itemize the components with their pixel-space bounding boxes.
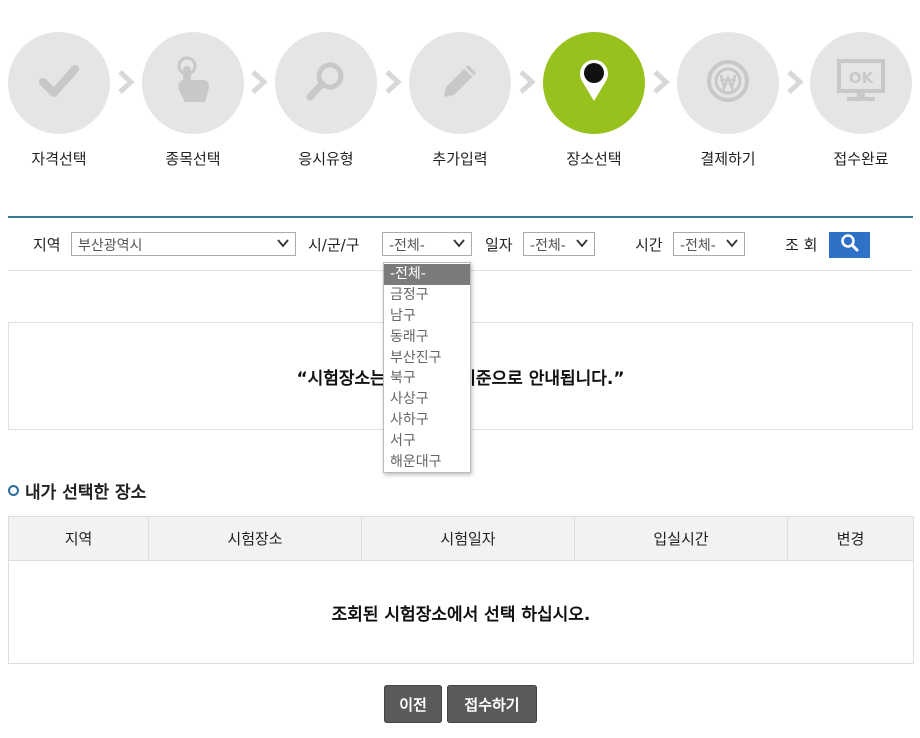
section-title-text: 내가 선택한 장소 bbox=[25, 483, 147, 503]
time-select-value: -전체- bbox=[680, 238, 716, 254]
chevron-down-icon bbox=[726, 236, 738, 254]
chevron-right-icon bbox=[385, 70, 402, 94]
prev-button[interactable]: 이전 bbox=[384, 685, 442, 723]
check-icon bbox=[37, 59, 81, 107]
chevron-down-icon bbox=[576, 236, 588, 254]
table-header-row: 지역 시험장소 시험일자 입실시간 변경 bbox=[8, 516, 914, 561]
step-circle bbox=[142, 32, 244, 134]
chevron-right-icon bbox=[519, 70, 536, 94]
step-payment: 결제하기 bbox=[676, 32, 780, 169]
district-option[interactable]: 남구 bbox=[384, 306, 470, 327]
chevron-right-icon bbox=[787, 70, 804, 94]
monitor-ok-icon: OK bbox=[835, 59, 887, 107]
step-label: 응시유형 bbox=[298, 150, 354, 168]
step-circle-active bbox=[543, 32, 645, 134]
column-header: 시험장소 bbox=[148, 516, 362, 561]
district-option[interactable]: 북구 bbox=[384, 368, 470, 389]
chevron-down-icon bbox=[453, 236, 465, 254]
step-label: 접수완료 bbox=[833, 150, 889, 168]
pencil-icon bbox=[438, 59, 482, 107]
selected-place-table: 지역 시험장소 시험일자 입실시간 변경 조회된 시험장소에서 선택 하십시오. bbox=[8, 516, 914, 664]
selected-place-title: 내가 선택한 장소 bbox=[8, 478, 146, 503]
district-option[interactable]: 사상구 bbox=[384, 389, 470, 410]
step-label: 추가입력 bbox=[432, 150, 488, 168]
district-select[interactable]: -전체- bbox=[382, 232, 472, 256]
district-select-value: -전체- bbox=[389, 238, 425, 254]
step-circle bbox=[275, 32, 377, 134]
step-subject: 종목선택 bbox=[141, 32, 245, 169]
search-button[interactable] bbox=[829, 232, 870, 258]
date-select[interactable]: -전체- bbox=[523, 232, 595, 256]
step-label: 종목선택 bbox=[165, 150, 221, 168]
table-row: 조회된 시험장소에서 선택 하십시오. bbox=[8, 560, 914, 664]
district-option[interactable]: 사하구 bbox=[384, 410, 470, 431]
magnifier-icon bbox=[304, 59, 348, 107]
column-header: 시험일자 bbox=[361, 516, 575, 561]
step-progress: 자격선택 종목선택 응시유형 추가입력 장소선택 결제하기 OK 접수완료 bbox=[0, 0, 920, 180]
step-exam-type: 응시유형 bbox=[274, 32, 378, 169]
chevron-right-icon bbox=[118, 70, 135, 94]
column-header: 입실시간 bbox=[574, 516, 788, 561]
search-label: 조 회 bbox=[785, 236, 818, 254]
district-option[interactable]: 부산진구 bbox=[384, 348, 470, 369]
step-label: 결제하기 bbox=[700, 150, 756, 168]
column-header: 지역 bbox=[8, 516, 149, 561]
district-label: 시/군/구 bbox=[308, 236, 360, 254]
date-label: 일자 bbox=[485, 236, 513, 254]
region-label: 지역 bbox=[33, 236, 61, 254]
date-select-value: -전체- bbox=[530, 238, 566, 254]
svg-text:OK: OK bbox=[849, 69, 875, 87]
step-circle: OK bbox=[810, 32, 912, 134]
district-dropdown-list[interactable]: -전체- 금정구 남구 동래구 부산진구 북구 사상구 사하구 서구 해운대구 bbox=[383, 262, 471, 473]
step-complete: OK 접수완료 bbox=[809, 32, 913, 169]
empty-message: 조회된 시험장소에서 선택 하십시오. bbox=[8, 560, 914, 664]
chevron-down-icon bbox=[277, 236, 289, 254]
region-select[interactable]: 부산광역시 bbox=[71, 232, 296, 256]
step-circle bbox=[677, 32, 779, 134]
column-header: 변경 bbox=[787, 516, 914, 561]
hand-pointer-icon bbox=[171, 56, 215, 110]
step-label: 자격선택 bbox=[31, 150, 87, 168]
step-circle bbox=[8, 32, 110, 134]
submit-button[interactable]: 접수하기 bbox=[447, 685, 537, 723]
time-label: 시간 bbox=[635, 236, 663, 254]
chevron-right-icon bbox=[251, 70, 268, 94]
bullet-icon bbox=[8, 485, 19, 496]
won-coin-icon bbox=[706, 59, 750, 107]
step-location: 장소선택 bbox=[542, 32, 646, 169]
step-label: 장소선택 bbox=[566, 150, 622, 168]
district-option[interactable]: 해운대구 bbox=[384, 452, 470, 473]
district-option[interactable]: 서구 bbox=[384, 431, 470, 452]
search-icon bbox=[840, 233, 860, 257]
region-select-value: 부산광역시 bbox=[78, 238, 143, 254]
time-select[interactable]: -전체- bbox=[673, 232, 745, 256]
district-option[interactable]: 금정구 bbox=[384, 285, 470, 306]
district-option[interactable]: -전체- bbox=[384, 264, 470, 285]
step-circle bbox=[409, 32, 511, 134]
step-additional-input: 추가입력 bbox=[408, 32, 512, 169]
map-pin-icon bbox=[578, 59, 610, 107]
district-option[interactable]: 동래구 bbox=[384, 327, 470, 348]
step-qualification: 자격선택 bbox=[7, 32, 111, 169]
chevron-right-icon bbox=[653, 70, 670, 94]
